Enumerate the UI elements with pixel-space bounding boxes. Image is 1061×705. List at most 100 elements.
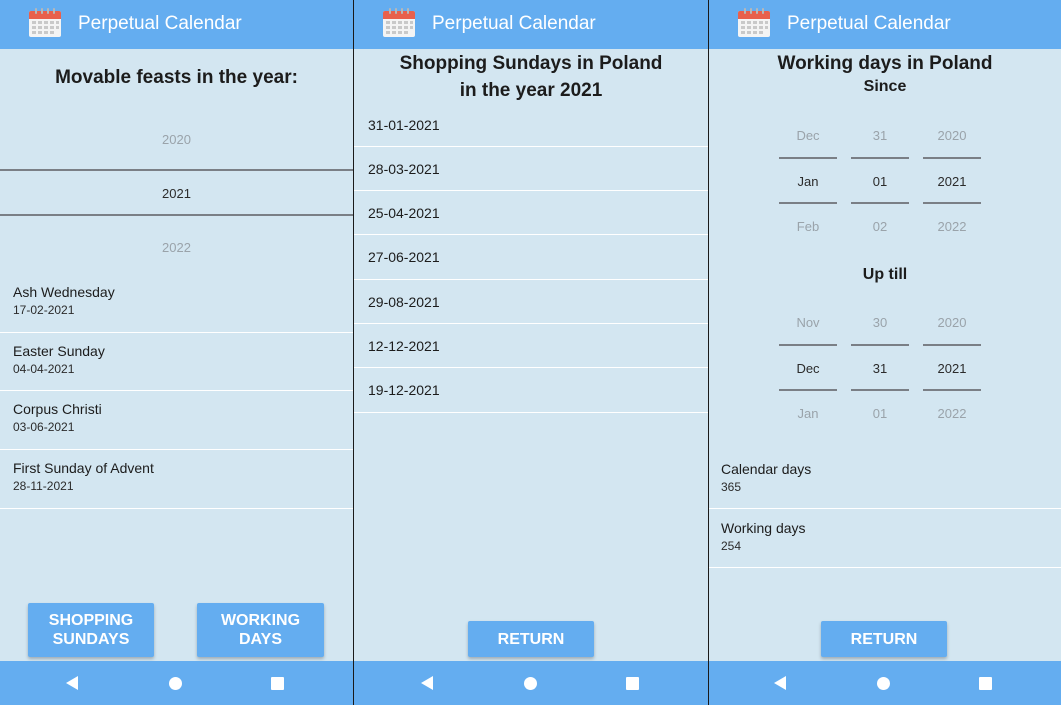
until-year-selected[interactable]: 2021	[923, 361, 981, 376]
app-title: Perpetual Calendar	[78, 13, 242, 34]
page-title: Movable feasts in the year:	[55, 67, 298, 88]
until-label: Up till	[862, 266, 908, 283]
since-day-selected[interactable]: 01	[851, 174, 909, 189]
since-month-prev[interactable]: Dec	[779, 128, 837, 143]
list-item[interactable]: 19-12-2021	[354, 368, 708, 413]
since-year-prev[interactable]: 2020	[923, 128, 981, 143]
feast-date: 28-11-2021	[13, 479, 74, 493]
back-triangle-icon[interactable]	[421, 676, 433, 690]
result-value: 254	[721, 539, 742, 553]
button-label-line: WORKING	[220, 612, 301, 629]
list-item[interactable]: 27-06-2021	[354, 235, 708, 280]
picker-divider	[851, 202, 909, 204]
list-item[interactable]: Ash Wednesday 17-02-2021	[0, 274, 353, 333]
recent-apps-square-icon[interactable]	[979, 677, 992, 690]
picker-divider	[923, 157, 981, 159]
year-picker-next[interactable]: 2022	[0, 240, 353, 255]
since-day-prev[interactable]: 31	[851, 128, 909, 143]
list-item[interactable]: Corpus Christi 03-06-2021	[0, 391, 353, 450]
until-day-prev[interactable]: 30	[851, 315, 909, 330]
recent-apps-square-icon[interactable]	[626, 677, 639, 690]
system-nav-bar	[354, 661, 708, 705]
list-item[interactable]: 31-01-2021	[354, 103, 708, 147]
system-nav-bar	[709, 661, 1061, 705]
picker-divider	[851, 344, 909, 346]
system-nav-bar	[0, 661, 353, 705]
year-picker-selected[interactable]: 2021	[0, 186, 353, 201]
calendar-icon	[737, 8, 771, 38]
sunday-date: 29-08-2021	[368, 294, 440, 310]
until-year-prev[interactable]: 2020	[923, 315, 981, 330]
feast-name: First Sunday of Advent	[13, 460, 154, 476]
since-day-next[interactable]: 02	[851, 219, 909, 234]
back-triangle-icon[interactable]	[66, 676, 78, 690]
since-month-selected[interactable]: Jan	[779, 174, 837, 189]
since-year-selected[interactable]: 2021	[923, 174, 981, 189]
since-label: Since	[863, 78, 907, 95]
return-button[interactable]: RETURN	[821, 621, 947, 657]
until-month-selected[interactable]: Dec	[779, 361, 837, 376]
since-month-next[interactable]: Feb	[779, 219, 837, 234]
feast-date: 03-06-2021	[13, 420, 75, 434]
result-value: 365	[721, 480, 742, 494]
home-circle-icon[interactable]	[524, 677, 537, 690]
result-label: Calendar days	[721, 461, 812, 477]
picker-divider	[923, 344, 981, 346]
list-item[interactable]: First Sunday of Advent 28-11-2021	[0, 450, 353, 509]
sunday-date: 27-06-2021	[368, 249, 440, 265]
app-title: Perpetual Calendar	[432, 13, 596, 34]
recent-apps-square-icon[interactable]	[271, 677, 284, 690]
app-bar: Perpetual Calendar	[354, 0, 708, 49]
screen-shopping-sundays: Perpetual Calendar Shopping Sundays in P…	[354, 0, 708, 705]
until-year-next[interactable]: 2022	[923, 406, 981, 421]
button-label-line: SHOPPING	[48, 612, 134, 629]
sunday-date: 28-03-2021	[368, 161, 440, 177]
list-item[interactable]: 25-04-2021	[354, 191, 708, 235]
working-days-button[interactable]: WORKING DAYS	[197, 603, 324, 657]
list-item[interactable]: 12-12-2021	[354, 324, 708, 368]
list-item[interactable]: 28-03-2021	[354, 147, 708, 191]
return-button[interactable]: RETURN	[468, 621, 594, 657]
picker-divider	[779, 389, 837, 391]
feast-date: 04-04-2021	[13, 362, 75, 376]
picker-divider	[0, 214, 353, 216]
feast-name: Easter Sunday	[13, 343, 105, 359]
calendar-icon	[382, 8, 416, 38]
picker-divider	[779, 157, 837, 159]
picker-divider	[779, 202, 837, 204]
home-circle-icon[interactable]	[169, 677, 182, 690]
sunday-date: 25-04-2021	[368, 205, 440, 221]
app-title: Perpetual Calendar	[787, 13, 951, 34]
sunday-date: 12-12-2021	[368, 338, 440, 354]
until-day-selected[interactable]: 31	[851, 361, 909, 376]
list-item: Calendar days 365	[709, 450, 1061, 509]
until-day-next[interactable]: 01	[851, 406, 909, 421]
list-item: Working days 254	[709, 509, 1061, 568]
screen-working-days: Perpetual Calendar Working days in Polan…	[709, 0, 1061, 705]
list-item[interactable]: 29-08-2021	[354, 280, 708, 324]
until-month-prev[interactable]: Nov	[779, 315, 837, 330]
until-month-next[interactable]: Jan	[779, 406, 837, 421]
picker-divider	[923, 202, 981, 204]
feast-name: Corpus Christi	[13, 401, 102, 417]
picker-divider	[779, 344, 837, 346]
back-triangle-icon[interactable]	[774, 676, 786, 690]
shopping-sundays-button[interactable]: SHOPPING SUNDAYS	[28, 603, 154, 657]
page-title: Working days in Poland	[777, 53, 993, 74]
app-bar: Perpetual Calendar	[709, 0, 1061, 49]
sunday-date: 19-12-2021	[368, 382, 440, 398]
list-item[interactable]: Easter Sunday 04-04-2021	[0, 333, 353, 391]
button-label-line: DAYS	[239, 631, 282, 648]
calendar-icon	[28, 8, 62, 38]
home-circle-icon[interactable]	[877, 677, 890, 690]
screen-movable-feasts: Perpetual Calendar Movable feasts in the…	[0, 0, 353, 705]
picker-divider	[851, 389, 909, 391]
feast-name: Ash Wednesday	[13, 284, 115, 300]
button-label-line: SUNDAYS	[52, 631, 130, 648]
result-label: Working days	[721, 520, 806, 536]
page-subtitle: in the year 2021	[459, 80, 603, 101]
year-picker-prev[interactable]: 2020	[0, 132, 353, 147]
since-year-next[interactable]: 2022	[923, 219, 981, 234]
picker-divider	[923, 389, 981, 391]
app-bar: Perpetual Calendar	[0, 0, 353, 49]
